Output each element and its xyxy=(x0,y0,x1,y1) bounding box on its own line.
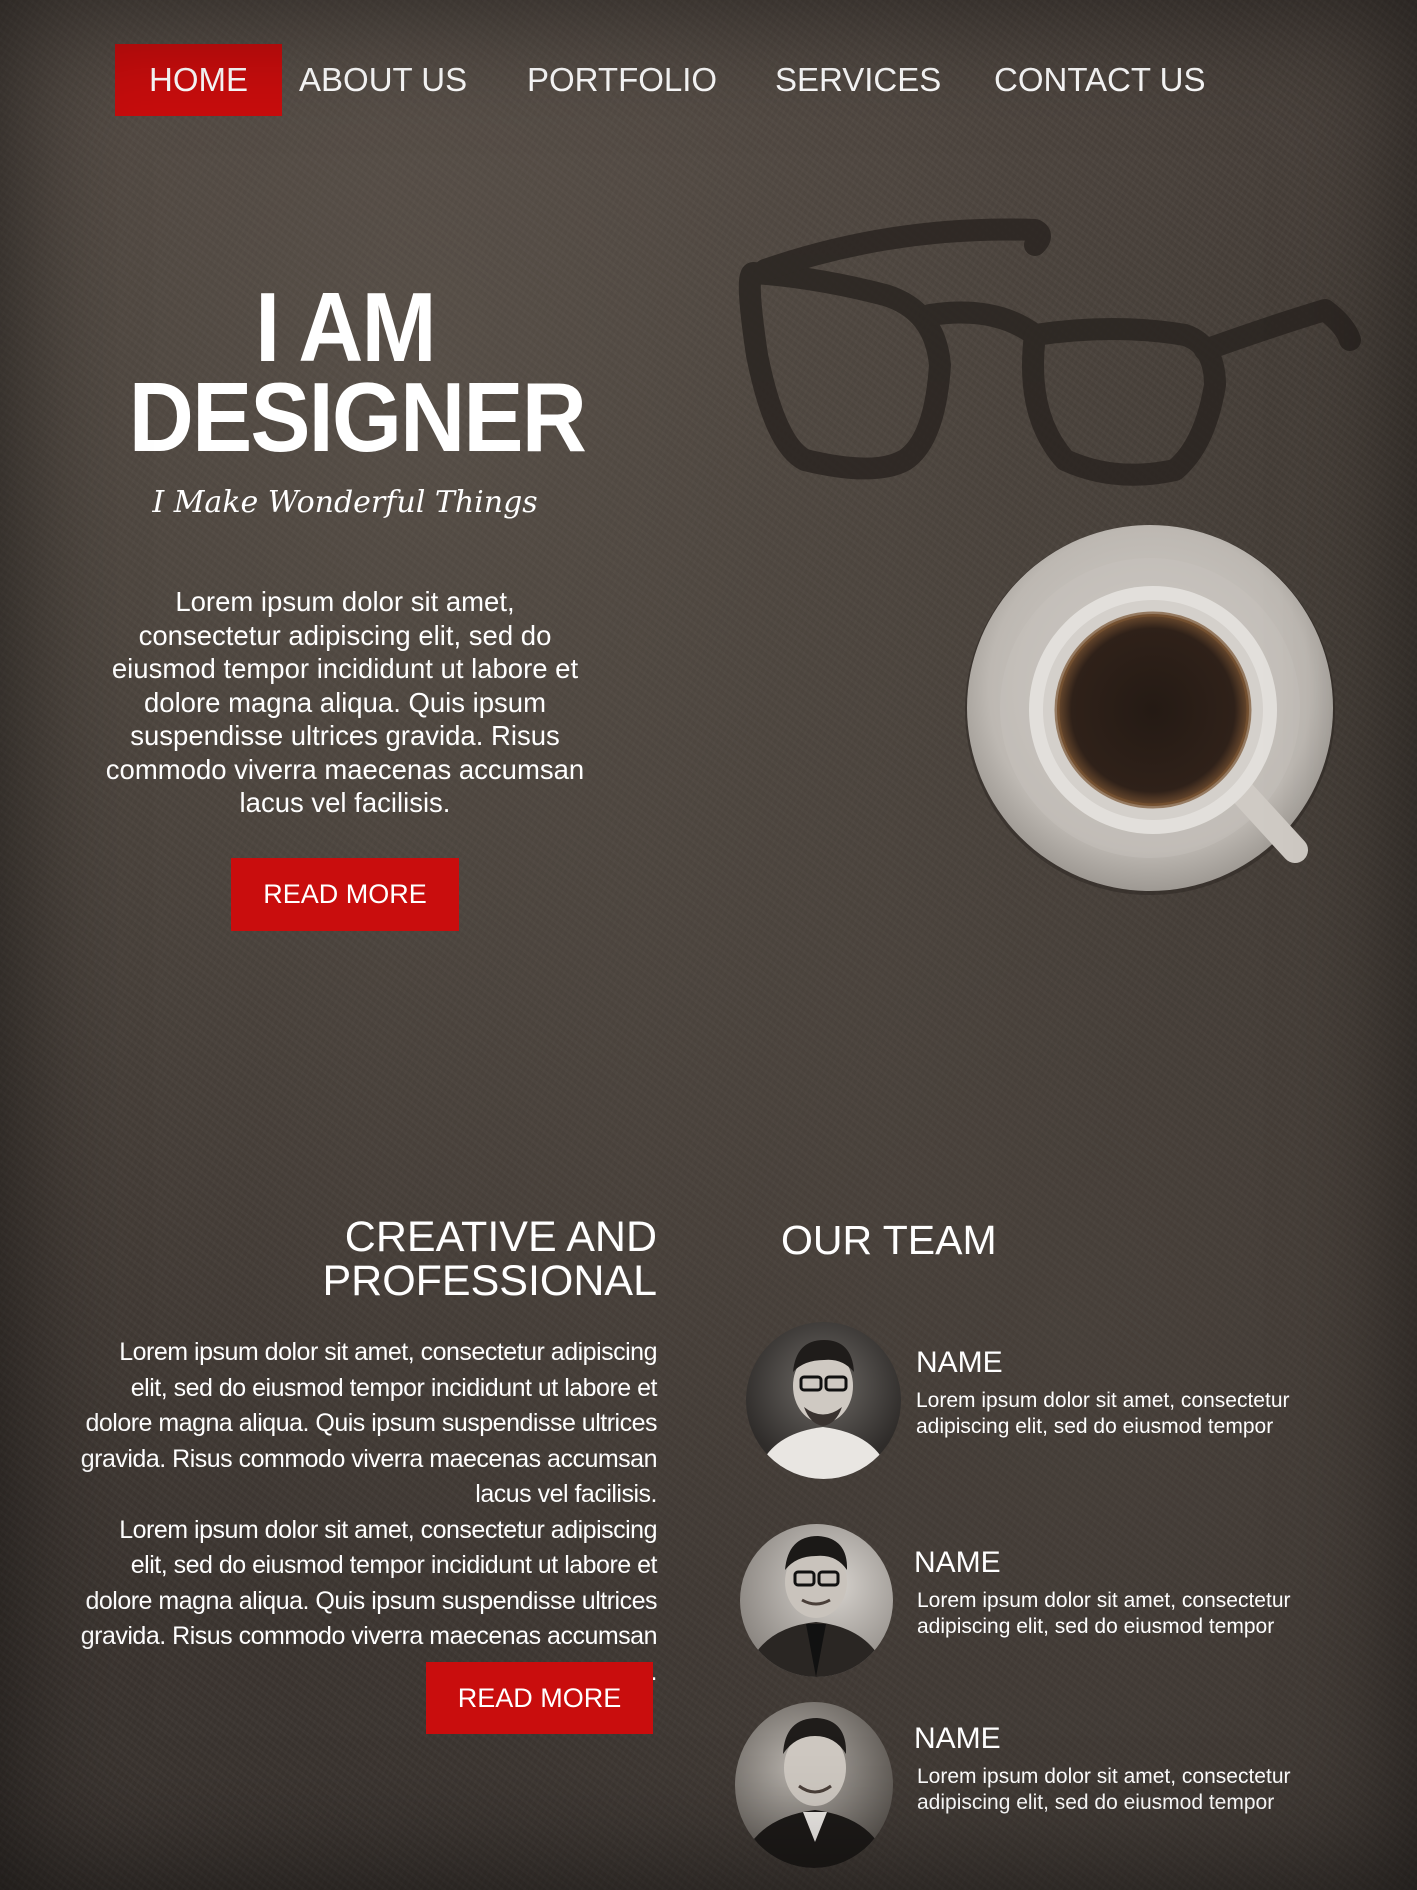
about-text: Lorem ipsum dolor sit amet, consectetur … xyxy=(80,1335,658,1690)
about-heading-line1: CREATIVE AND xyxy=(344,1213,657,1261)
coffee-cup-image xyxy=(965,525,1335,895)
hero-read-more-button[interactable]: READ MORE xyxy=(231,858,459,931)
person-icon xyxy=(739,1718,889,1868)
about-heading-line2: PROFESSIONAL xyxy=(322,1257,657,1305)
avatar xyxy=(740,1524,893,1677)
nav-portfolio[interactable]: PORTFOLIO xyxy=(527,44,717,116)
member-description: Lorem ipsum dolor sit amet, consectetur … xyxy=(916,1389,1290,1438)
glasses-image xyxy=(738,218,1361,486)
about-read-more-button[interactable]: READ MORE xyxy=(426,1662,653,1734)
nav-home[interactable]: HOME xyxy=(115,44,282,116)
nav-services[interactable]: SERVICES xyxy=(775,44,941,116)
hero-description: Lorem ipsum dolor sit amet, consectetur … xyxy=(105,586,585,818)
team-member: NAME Lorem ipsum dolor sit amet, consect… xyxy=(744,1320,1344,1485)
member-description: Lorem ipsum dolor sit amet, consectetur … xyxy=(917,1765,1291,1814)
about-heading: CREATIVE AND PROFESSIONAL xyxy=(250,1215,657,1303)
team-heading: OUR TEAM xyxy=(781,1217,997,1263)
nav-about-us[interactable]: ABOUT US xyxy=(299,44,467,116)
member-description: Lorem ipsum dolor sit amet, consectetur … xyxy=(917,1589,1291,1638)
member-name: NAME xyxy=(914,1722,1001,1755)
team-member: NAME Lorem ipsum dolor sit amet, consect… xyxy=(740,1524,1340,1684)
person-icon xyxy=(745,1536,888,1677)
team-member: NAME Lorem ipsum dolor sit amet, consect… xyxy=(735,1702,1345,1872)
avatar xyxy=(735,1702,893,1868)
avatar xyxy=(746,1322,901,1479)
hero-title: I AM DESIGNER xyxy=(128,272,587,472)
member-name: NAME xyxy=(916,1346,1003,1379)
member-name: NAME xyxy=(914,1546,1001,1579)
person-icon xyxy=(756,1340,891,1479)
hero-title-line1: I AM xyxy=(255,272,436,382)
nav-contact-us[interactable]: CONTACT US xyxy=(994,44,1205,116)
hero-title-line2: DESIGNER xyxy=(128,362,587,472)
about-paragraph-1: Lorem ipsum dolor sit amet, consectetur … xyxy=(80,1338,658,1508)
hero-subtitle: I Make Wonderful Things xyxy=(152,485,538,520)
